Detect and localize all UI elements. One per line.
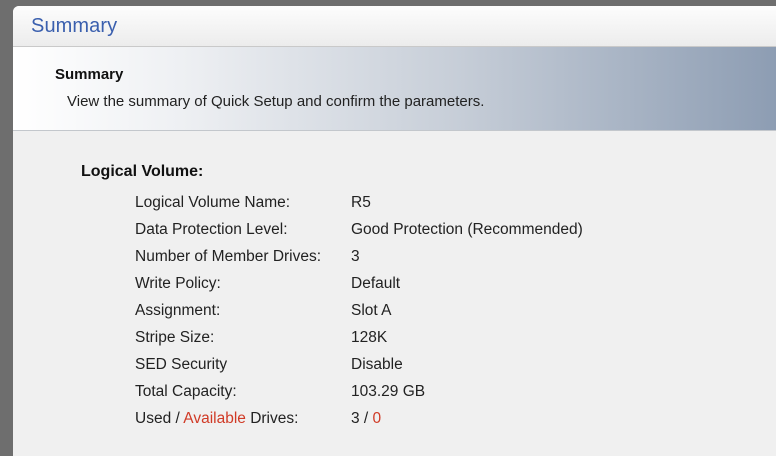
param-row-total-capacity: Total Capacity: 103.29 GB	[135, 378, 583, 405]
section-header: Summary View the summary of Quick Setup …	[13, 47, 776, 131]
param-label: SED Security	[135, 355, 228, 373]
param-row-write-policy: Write Policy: Default	[135, 270, 583, 297]
drives-label: Used / Available Drives:	[135, 410, 351, 428]
param-row-used-available-drives: Used / Available Drives: 3 / 0	[135, 405, 583, 432]
param-value: Slot A	[351, 301, 392, 319]
section-description: View the summary of Quick Setup and conf…	[67, 93, 485, 110]
drives-available-label: Available	[183, 409, 246, 427]
drives-value-separator: /	[359, 409, 373, 427]
param-label: Data Protection Level:	[135, 220, 288, 238]
param-label: Stripe Size:	[135, 328, 215, 346]
window-title-bar: Summary	[13, 6, 776, 47]
drives-available-value: 0	[372, 409, 382, 427]
window-title: Summary	[31, 14, 118, 37]
summary-window: Summary Summary View the summary of Quic…	[13, 6, 776, 456]
param-value: Good Protection (Recommended)	[351, 220, 583, 238]
logical-volume-parameters: Logical Volume Name: R5 Data Protection …	[135, 189, 583, 432]
param-row-protection-level: Data Protection Level: Good Protection (…	[135, 216, 583, 243]
param-value: Default	[351, 274, 401, 292]
logical-volume-heading: Logical Volume:	[81, 163, 204, 180]
param-row-stripe-size: Stripe Size: 128K	[135, 324, 583, 351]
param-label: Write Policy:	[135, 274, 221, 292]
param-value: Disable	[351, 355, 403, 373]
drives-label-separator: /	[171, 409, 184, 427]
param-value: 128K	[351, 328, 388, 346]
param-row-sed-security: SED Security Disable	[135, 351, 583, 378]
param-label: Logical Volume Name:	[135, 193, 291, 211]
drives-used-label: Used	[135, 409, 172, 427]
param-row-assignment: Assignment: Slot A	[135, 297, 583, 324]
param-value: 103.29 GB	[351, 382, 426, 400]
param-value: R5	[351, 193, 371, 211]
param-value: 3	[351, 247, 360, 265]
param-label: Total Capacity:	[135, 382, 237, 400]
drives-used-value: 3	[351, 409, 360, 427]
param-label: Assignment:	[135, 301, 221, 319]
section-title: Summary	[55, 66, 124, 83]
drives-label-suffix: Drives:	[245, 409, 299, 427]
param-row-volume-name: Logical Volume Name: R5	[135, 189, 583, 216]
param-row-member-drives: Number of Member Drives: 3	[135, 243, 583, 270]
param-label: Number of Member Drives:	[135, 247, 322, 265]
drives-value: 3 / 0	[351, 410, 381, 428]
